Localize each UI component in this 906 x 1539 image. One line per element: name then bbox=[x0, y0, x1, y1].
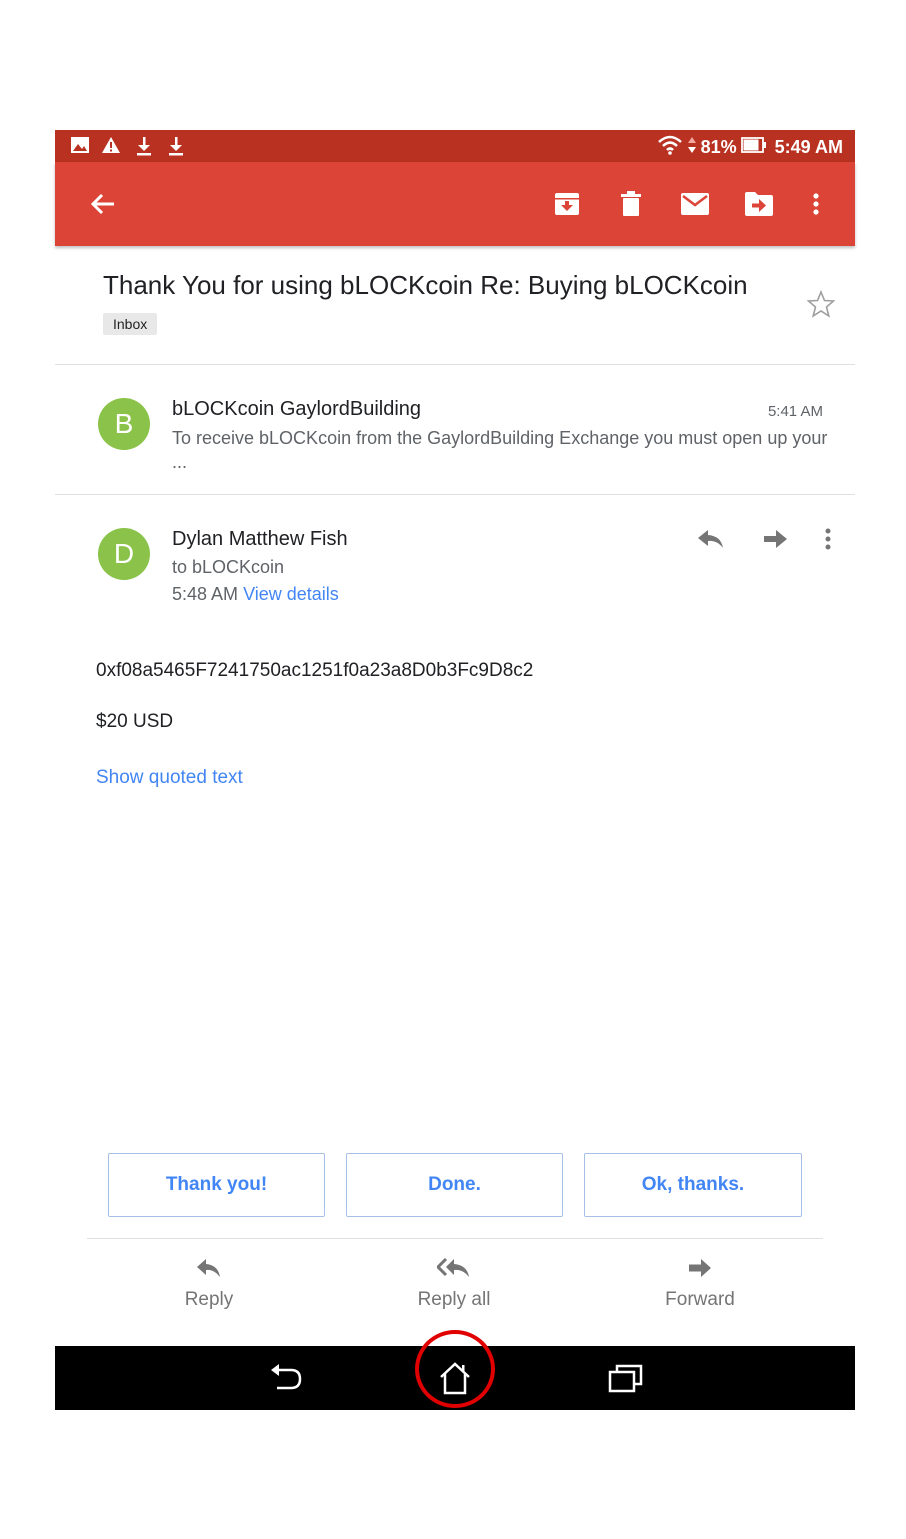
message-time: 5:41 AM bbox=[767, 403, 823, 420]
clock: 5:49 AM bbox=[774, 137, 843, 157]
divider bbox=[55, 494, 855, 495]
system-nav-bar bbox=[55, 1346, 855, 1410]
status-bar: 81% 5:49 AM bbox=[55, 130, 855, 162]
move-to-icon[interactable] bbox=[739, 184, 779, 224]
sender-name: Dylan Matthew Fish bbox=[172, 528, 348, 550]
reply-all-label: Reply all bbox=[417, 1289, 491, 1310]
recent-apps-icon[interactable] bbox=[601, 1356, 651, 1400]
smart-reply-button[interactable]: Ok, thanks. bbox=[584, 1153, 802, 1217]
app-toolbar bbox=[55, 162, 855, 246]
back-arrow-icon[interactable] bbox=[83, 184, 123, 224]
wifi-icon bbox=[657, 135, 683, 160]
image-icon bbox=[70, 136, 90, 159]
recipient-line: to bLOCKcoin bbox=[172, 557, 285, 577]
reply-icon[interactable] bbox=[693, 521, 729, 557]
email-subject: Thank You for using bLOCKcoin Re: Buying… bbox=[103, 270, 748, 300]
home-nav-icon[interactable] bbox=[430, 1356, 480, 1400]
back-nav-icon[interactable] bbox=[261, 1356, 311, 1400]
message-body-amount: $20 USD bbox=[96, 711, 174, 732]
message-snippet: To receive bLOCKcoin from the GaylordBui… bbox=[172, 428, 828, 472]
smart-reply-button[interactable]: Done. bbox=[346, 1153, 563, 1217]
message-time: 5:48 AM bbox=[172, 584, 239, 604]
avatar: B bbox=[98, 398, 150, 450]
forward-button[interactable]: Forward bbox=[630, 1258, 770, 1311]
more-vert-icon[interactable] bbox=[796, 184, 836, 224]
battery-percent: 81% bbox=[700, 137, 737, 157]
device-screen: 81% 5:49 AM Thank You for using bLOCKcoi… bbox=[55, 130, 855, 1410]
forward-label: Forward bbox=[665, 1289, 735, 1310]
message-meta: 5:48 AM View details bbox=[172, 584, 339, 605]
reply-all-icon bbox=[435, 1257, 471, 1283]
show-quoted-text-link[interactable]: Show quoted text bbox=[96, 767, 243, 789]
reply-label: Reply bbox=[184, 1289, 234, 1310]
avatar: D bbox=[98, 528, 150, 580]
inbox-label[interactable]: Inbox bbox=[103, 313, 158, 335]
data-arrows-icon bbox=[687, 135, 697, 160]
download-icon bbox=[167, 136, 185, 161]
message-body-address: 0xf08a5465F7241750ac1251f0a23a8D0b3Fc9D8… bbox=[96, 660, 534, 681]
more-vert-icon[interactable] bbox=[810, 521, 846, 557]
forward-icon bbox=[688, 1258, 712, 1283]
reply-icon bbox=[196, 1258, 222, 1283]
delete-icon[interactable] bbox=[611, 184, 651, 224]
mark-unread-icon[interactable] bbox=[675, 184, 715, 224]
download-icon bbox=[135, 136, 153, 161]
battery-icon bbox=[740, 135, 767, 160]
view-details-link[interactable]: View details bbox=[243, 584, 339, 604]
divider bbox=[55, 364, 855, 365]
warning-icon bbox=[101, 136, 121, 159]
reply-button[interactable]: Reply bbox=[139, 1258, 279, 1311]
archive-icon[interactable] bbox=[547, 184, 587, 224]
sender-name: bLOCKcoin GaylordBuilding bbox=[172, 398, 422, 420]
star-icon[interactable] bbox=[806, 289, 836, 323]
smart-reply-button[interactable]: Thank you! bbox=[108, 1153, 325, 1217]
reply-all-button[interactable]: Reply all bbox=[384, 1257, 524, 1311]
forward-icon[interactable] bbox=[757, 521, 793, 557]
divider bbox=[87, 1238, 823, 1239]
